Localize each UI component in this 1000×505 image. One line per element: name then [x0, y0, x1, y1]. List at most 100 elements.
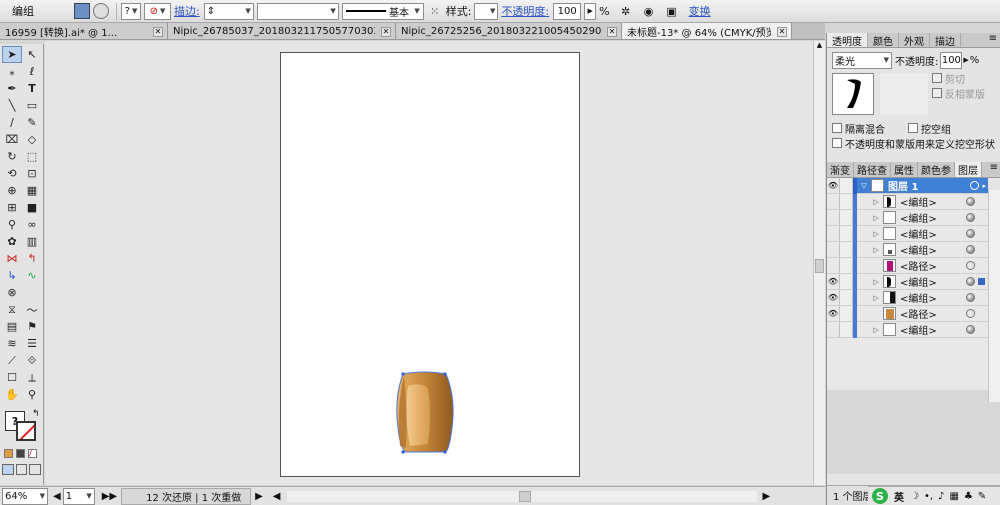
line-tool-icon[interactable]: ╲: [2, 97, 22, 114]
moon-icon[interactable]: ☽: [910, 491, 919, 502]
layers-menu-icon[interactable]: ≡: [988, 162, 1000, 177]
target-icon[interactable]: [966, 261, 975, 270]
opacity-mask-define-option[interactable]: 不透明度和蒙版用来定义挖空形状: [832, 138, 995, 153]
none-mode-icon[interactable]: /: [28, 449, 37, 458]
stroke-weight-field[interactable]: ⇕ ▼: [203, 2, 254, 20]
page-input[interactable]: 1 ▼: [62, 487, 95, 505]
sublayer-name[interactable]: <编组>: [900, 322, 966, 337]
width-tool-icon[interactable]: ⋈: [2, 250, 22, 267]
sublayer-name[interactable]: <编组>: [900, 226, 966, 241]
sublayer-name[interactable]: <编组>: [900, 274, 966, 289]
close-icon[interactable]: ✕: [777, 26, 787, 37]
lock-toggle[interactable]: [840, 274, 853, 289]
anchor-point[interactable]: [443, 372, 447, 376]
global-edit-icon[interactable]: ◉: [641, 3, 657, 19]
anchor-point[interactable]: [443, 450, 447, 454]
paintbrush-tool-icon[interactable]: ∕: [2, 114, 22, 131]
eraser-tool-icon[interactable]: ◇: [22, 131, 42, 148]
expand-arrow-icon[interactable]: ▷: [871, 326, 881, 334]
layers-scrollbar[interactable]: [988, 190, 1000, 402]
target-icon[interactable]: [966, 293, 975, 302]
scroll-thumb[interactable]: [815, 259, 824, 273]
selection-tool-icon[interactable]: ➤: [2, 46, 22, 63]
tab-layers[interactable]: 图层: [955, 162, 982, 177]
fill-target-icon[interactable]: [93, 3, 109, 19]
blob-brush-tool-icon[interactable]: ⌧: [2, 131, 22, 148]
rotate-tool-icon[interactable]: ↻: [2, 148, 22, 165]
sublayer-row[interactable]: ▷ <编组>: [827, 321, 988, 338]
curvature-tool-icon[interactable]: ∿: [22, 267, 42, 284]
expand-arrow-icon[interactable]: ▷: [871, 198, 881, 206]
vase-artwork[interactable]: [394, 368, 456, 456]
target-icon[interactable]: [966, 213, 975, 222]
slice-tool-icon[interactable]: ⟋: [2, 352, 22, 369]
sublayer-row[interactable]: 👁 ▷ <编组>: [827, 289, 988, 306]
measure-tool-icon[interactable]: ⟂: [22, 369, 42, 386]
hscroll-left-icon[interactable]: ◀: [273, 491, 281, 502]
horizontal-scrollbar[interactable]: [286, 490, 757, 502]
artboard-tool-icon[interactable]: ☐: [2, 369, 22, 386]
blend-tool-icon[interactable]: ∞: [22, 216, 42, 233]
anchor-point[interactable]: [401, 372, 405, 376]
visibility-eye-icon[interactable]: [827, 226, 840, 241]
visibility-eye-icon[interactable]: 👁: [827, 274, 840, 289]
visibility-eye-icon[interactable]: 👁: [827, 178, 840, 193]
scroll-up-arrow-icon[interactable]: ▲: [814, 41, 825, 53]
zoom-tool-icon[interactable]: ⚲: [22, 386, 42, 403]
expand-arrow-icon[interactable]: ▽: [859, 182, 869, 190]
anchor-point[interactable]: [401, 450, 405, 454]
doc-tab-3[interactable]: Nipic_26725256_20180322100545029030.ai*✕: [396, 23, 622, 39]
transform-link[interactable]: 变换: [689, 3, 711, 19]
mic-icon[interactable]: ♪: [938, 491, 944, 502]
tab-transparency[interactable]: 透明度: [827, 33, 868, 48]
scale-tool-icon[interactable]: ⬚: [22, 148, 42, 165]
target-icon[interactable]: [970, 181, 980, 190]
lock-toggle[interactable]: [840, 258, 853, 273]
lock-toggle[interactable]: [840, 290, 853, 305]
panel-opacity-input[interactable]: 100: [940, 51, 963, 69]
status-menu-icon[interactable]: ▶: [255, 491, 263, 502]
blend-mode-dropdown[interactable]: 柔光 ▼: [832, 51, 892, 69]
mesh-tool-icon[interactable]: ⊞: [2, 199, 22, 216]
lock-toggle[interactable]: [840, 210, 853, 225]
sublayer-row[interactable]: <路径>: [827, 257, 988, 274]
sogou-s-icon[interactable]: S: [872, 488, 888, 504]
punctuation-icon[interactable]: •,: [924, 491, 933, 502]
tab-gradient[interactable]: 渐变: [827, 162, 854, 177]
expand-arrow-icon[interactable]: ▷: [871, 214, 881, 222]
target-icon[interactable]: [966, 229, 975, 238]
stroke-link[interactable]: 描边:: [174, 3, 200, 19]
scribble-tool-icon[interactable]: ≋: [2, 335, 22, 352]
sublayer-row[interactable]: 👁 ▷ <编组>: [827, 273, 988, 290]
brush-definition-dropdown[interactable]: 基本 ▼: [341, 2, 424, 20]
tab-color-guide[interactable]: 颜色参: [918, 162, 955, 177]
vase-highlight[interactable]: [406, 384, 430, 446]
type-tool-icon[interactable]: T: [22, 80, 42, 97]
visibility-eye-icon[interactable]: [827, 322, 840, 337]
lock-toggle[interactable]: [840, 194, 853, 209]
visibility-eye-icon[interactable]: [827, 242, 840, 257]
lock-toggle[interactable]: [840, 226, 853, 241]
knockout-group-option[interactable]: 挖空组: [908, 123, 951, 138]
tab-attributes[interactable]: 属性: [891, 162, 918, 177]
fill-dropdown[interactable]: ? ▼: [121, 2, 141, 20]
tab-color[interactable]: 颜色: [868, 33, 899, 48]
lock-toggle[interactable]: [840, 306, 853, 321]
draw-normal-icon[interactable]: [2, 464, 14, 475]
free-transform-tool-icon[interactable]: ⊡: [22, 165, 42, 182]
visibility-eye-icon[interactable]: [827, 258, 840, 273]
object-thumbnail[interactable]: [832, 73, 874, 115]
fill-stroke-swatches[interactable]: ? ↰: [2, 409, 42, 445]
sublayer-name[interactable]: <路径>: [900, 258, 966, 273]
lock-toggle[interactable]: [840, 242, 853, 257]
lock-toggle[interactable]: [840, 178, 853, 193]
sublayer-name[interactable]: <编组>: [900, 210, 966, 225]
visibility-eye-icon[interactable]: 👁: [827, 290, 840, 305]
panel-opacity-arrow-icon[interactable]: ▶: [963, 56, 968, 64]
skin-icon[interactable]: ♣: [964, 491, 973, 502]
next-page-icon[interactable]: ▶▶: [102, 491, 117, 502]
doc-tab-active[interactable]: 未标题-13* @ 64% (CMYK/预览) ✕: [622, 23, 792, 39]
stamp-tool-icon[interactable]: ⚑: [22, 318, 42, 335]
doc-tab-2[interactable]: Nipic_26785037_20180321175057703037.ai*✕: [168, 23, 396, 39]
close-icon[interactable]: ✕: [607, 26, 617, 37]
